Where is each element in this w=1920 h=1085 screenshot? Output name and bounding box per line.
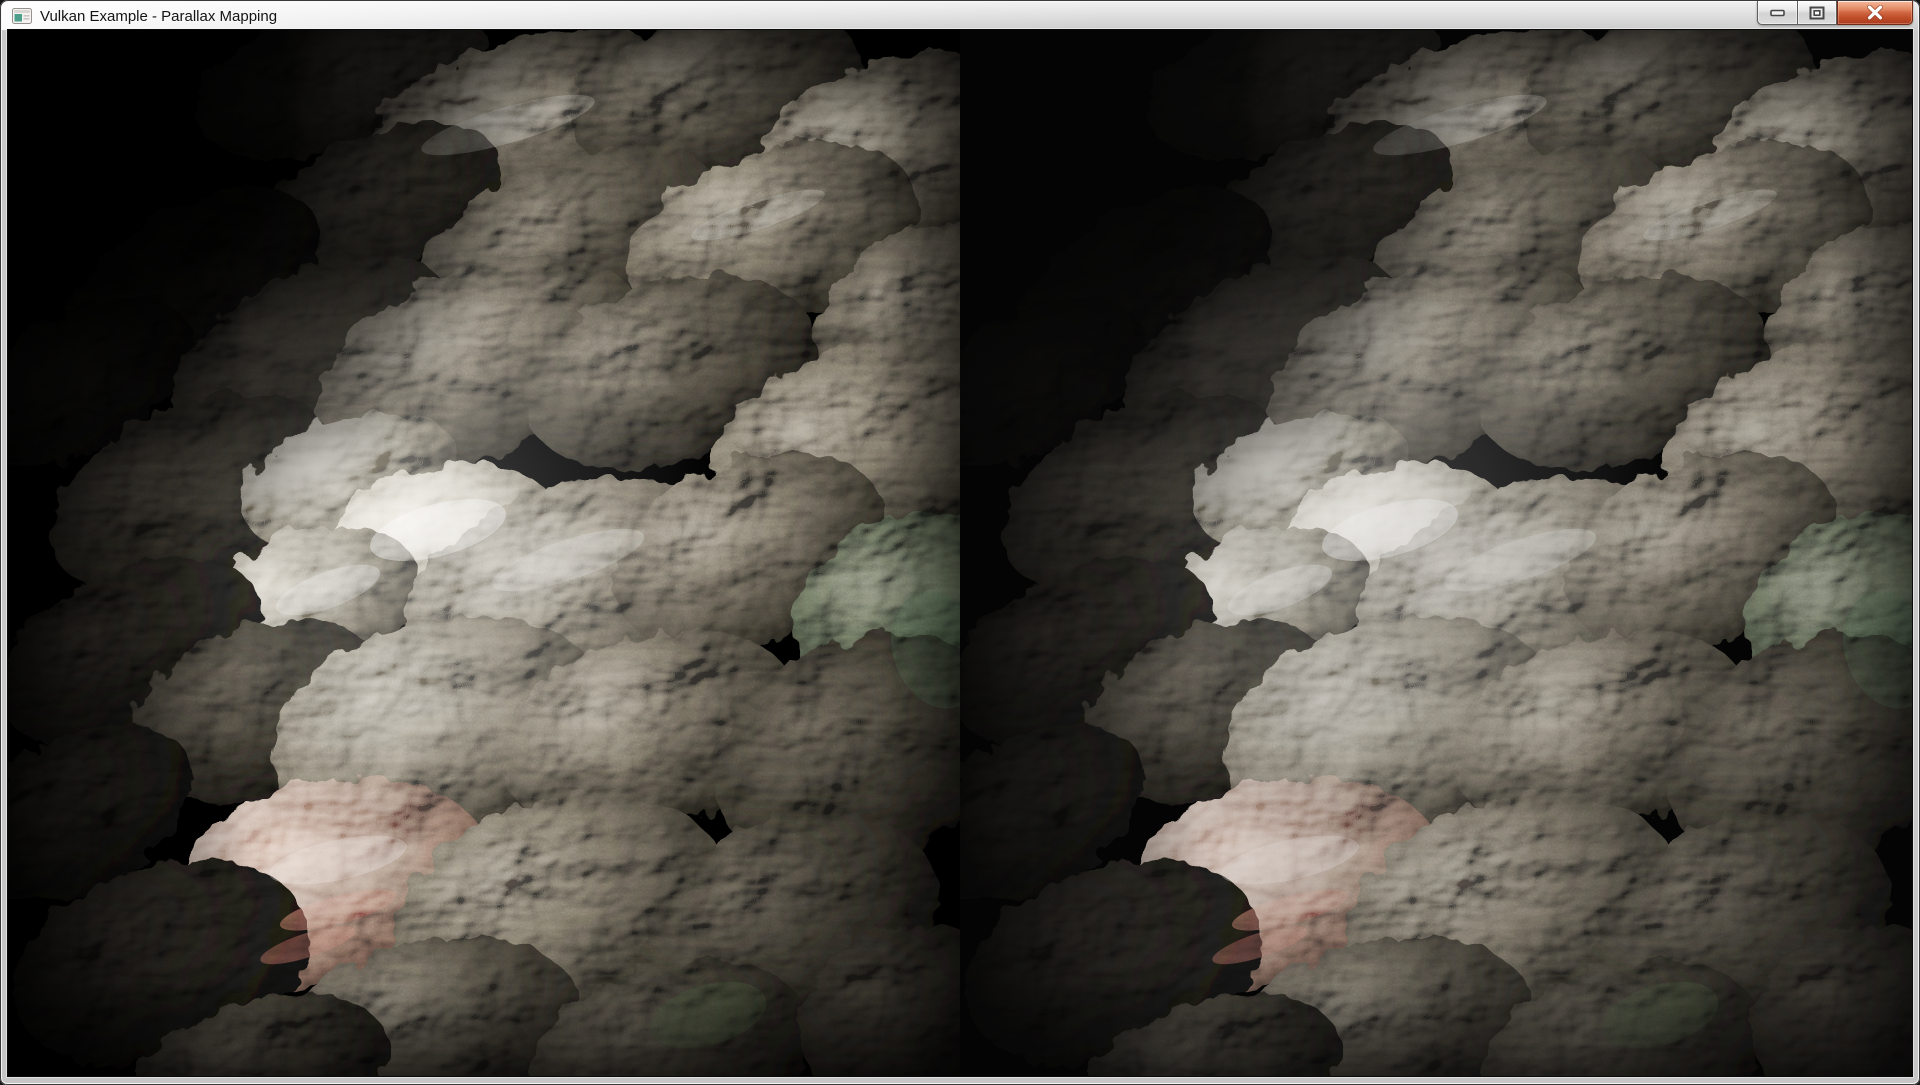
application-window-icon[interactable] <box>12 8 32 24</box>
right-render-viewport[interactable] <box>960 30 1912 1076</box>
minimize-icon <box>1770 9 1786 17</box>
minimize-button[interactable] <box>1757 1 1797 25</box>
maximize-button[interactable] <box>1797 1 1837 25</box>
close-icon <box>1866 5 1884 20</box>
window-frame[interactable]: Vulkan Example - Parallax Mapping <box>0 0 1920 1085</box>
window-title: Vulkan Example - Parallax Mapping <box>40 8 277 25</box>
maximize-icon <box>1809 6 1825 20</box>
render-area <box>8 30 1912 1076</box>
close-button[interactable] <box>1837 1 1913 25</box>
titlebar[interactable]: Vulkan Example - Parallax Mapping <box>2 2 1918 30</box>
window-controls <box>1757 1 1913 25</box>
left-render-viewport[interactable] <box>8 30 960 1076</box>
